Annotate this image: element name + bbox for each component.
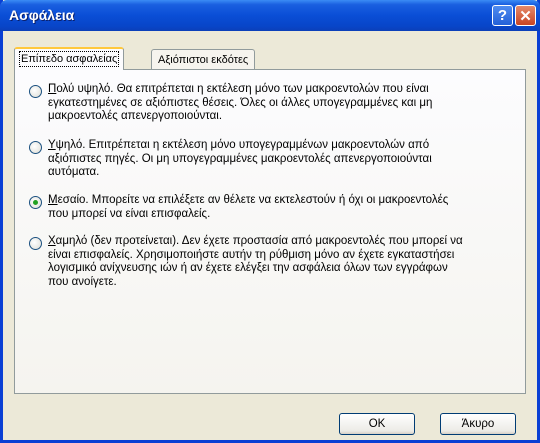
cancel-button[interactable]: Άκυρο — [440, 413, 516, 435]
tab-panel: Πολύ υψηλό. Θα επιτρέπεται η εκτέλεση μό… — [14, 69, 526, 394]
option-high[interactable]: Υψηλό. Επιτρέπεται η εκτέλεση μόνο υπογε… — [29, 139, 519, 180]
option-very-high[interactable]: Πολύ υψηλό. Θα επιτρέπεται η εκτέλεση μό… — [29, 83, 519, 124]
option-medium[interactable]: Μεσαίο. Μπορείτε να επιλέξετε αν θέλετε … — [29, 194, 519, 221]
option-low[interactable]: Χαμηλό (δεν προτείνεται). Δεν έχετε προσ… — [29, 235, 519, 289]
tab-label: Επίπεδο ασφαλείας — [18, 51, 120, 67]
radio-medium[interactable] — [29, 196, 42, 209]
window-title: Ασφάλεια — [9, 7, 75, 23]
tab-label: Αξιόπιστοι εκδότες — [158, 54, 249, 66]
close-button[interactable]: ✕ — [515, 5, 536, 26]
radio-low[interactable] — [29, 237, 42, 250]
ok-button[interactable]: OK — [339, 413, 415, 435]
title-bar[interactable]: Ασφάλεια ? ✕ — [0, 0, 540, 31]
radio-very-high[interactable] — [29, 85, 42, 98]
option-label: Υψηλό. Επιτρέπεται η εκτέλεση μόνο υπογε… — [48, 139, 432, 178]
help-button[interactable]: ? — [492, 5, 513, 26]
tab-trusted-publishers[interactable]: Αξιόπιστοι εκδότες — [151, 49, 256, 70]
option-label: Μεσαίο. Μπορείτε να επιλέξετε αν θέλετε … — [48, 194, 449, 220]
option-label: Πολύ υψηλό. Θα επιτρέπεται η εκτέλεση μό… — [48, 83, 433, 122]
radio-high[interactable] — [29, 141, 42, 154]
option-label: Χαμηλό (δεν προτείνεται). Δεν έχετε προσ… — [48, 235, 463, 288]
close-icon: ✕ — [519, 7, 532, 25]
tab-security-level[interactable]: Επίπεδο ασφαλείας — [14, 47, 125, 70]
help-icon: ? — [497, 7, 508, 24]
